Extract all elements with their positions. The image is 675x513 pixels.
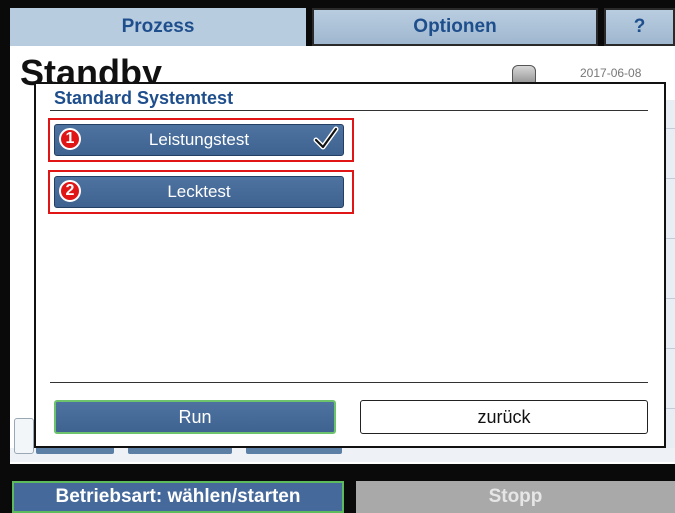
- date-display: 2017-06-08: [580, 66, 642, 80]
- mode-select-label: Betriebsart: wählen/starten: [55, 486, 301, 507]
- highlight-box-1: 1 Leistungstest: [48, 118, 354, 162]
- dialog-divider: [50, 110, 648, 111]
- lecktest-button[interactable]: 2 Lecktest: [54, 176, 344, 208]
- checkmark-icon: [313, 126, 339, 150]
- stop-label: Stopp: [488, 486, 543, 507]
- run-button[interactable]: Run: [54, 400, 336, 434]
- systemtest-dialog: Standard Systemtest 1 Leistungstest 2 Le…: [34, 82, 666, 448]
- stop-button[interactable]: Stopp: [356, 481, 675, 513]
- lecktest-label: Lecktest: [167, 182, 231, 201]
- dialog-title: Standard Systemtest: [54, 88, 234, 108]
- tab-prozess-label: Prozess: [121, 16, 195, 37]
- marker-2-badge: 2: [59, 180, 81, 202]
- background-side-tab: [14, 418, 34, 454]
- highlight-box-2: 2 Lecktest: [48, 170, 354, 214]
- mode-select-start-button[interactable]: Betriebsart: wählen/starten: [12, 481, 344, 513]
- tab-help[interactable]: ?: [604, 8, 675, 46]
- tab-optionen[interactable]: Optionen: [312, 8, 598, 46]
- run-label: Run: [178, 406, 212, 427]
- leistungstest-label: Leistungstest: [148, 130, 250, 149]
- back-label: zurück: [477, 406, 531, 427]
- tab-prozess[interactable]: Prozess: [10, 8, 306, 46]
- tab-optionen-label: Optionen: [413, 16, 497, 37]
- dialog-divider: [50, 382, 648, 383]
- leistungstest-button[interactable]: 1 Leistungstest: [54, 124, 344, 156]
- back-button[interactable]: zurück: [360, 400, 648, 434]
- marker-1-badge: 1: [59, 128, 81, 150]
- help-icon: ?: [633, 16, 646, 37]
